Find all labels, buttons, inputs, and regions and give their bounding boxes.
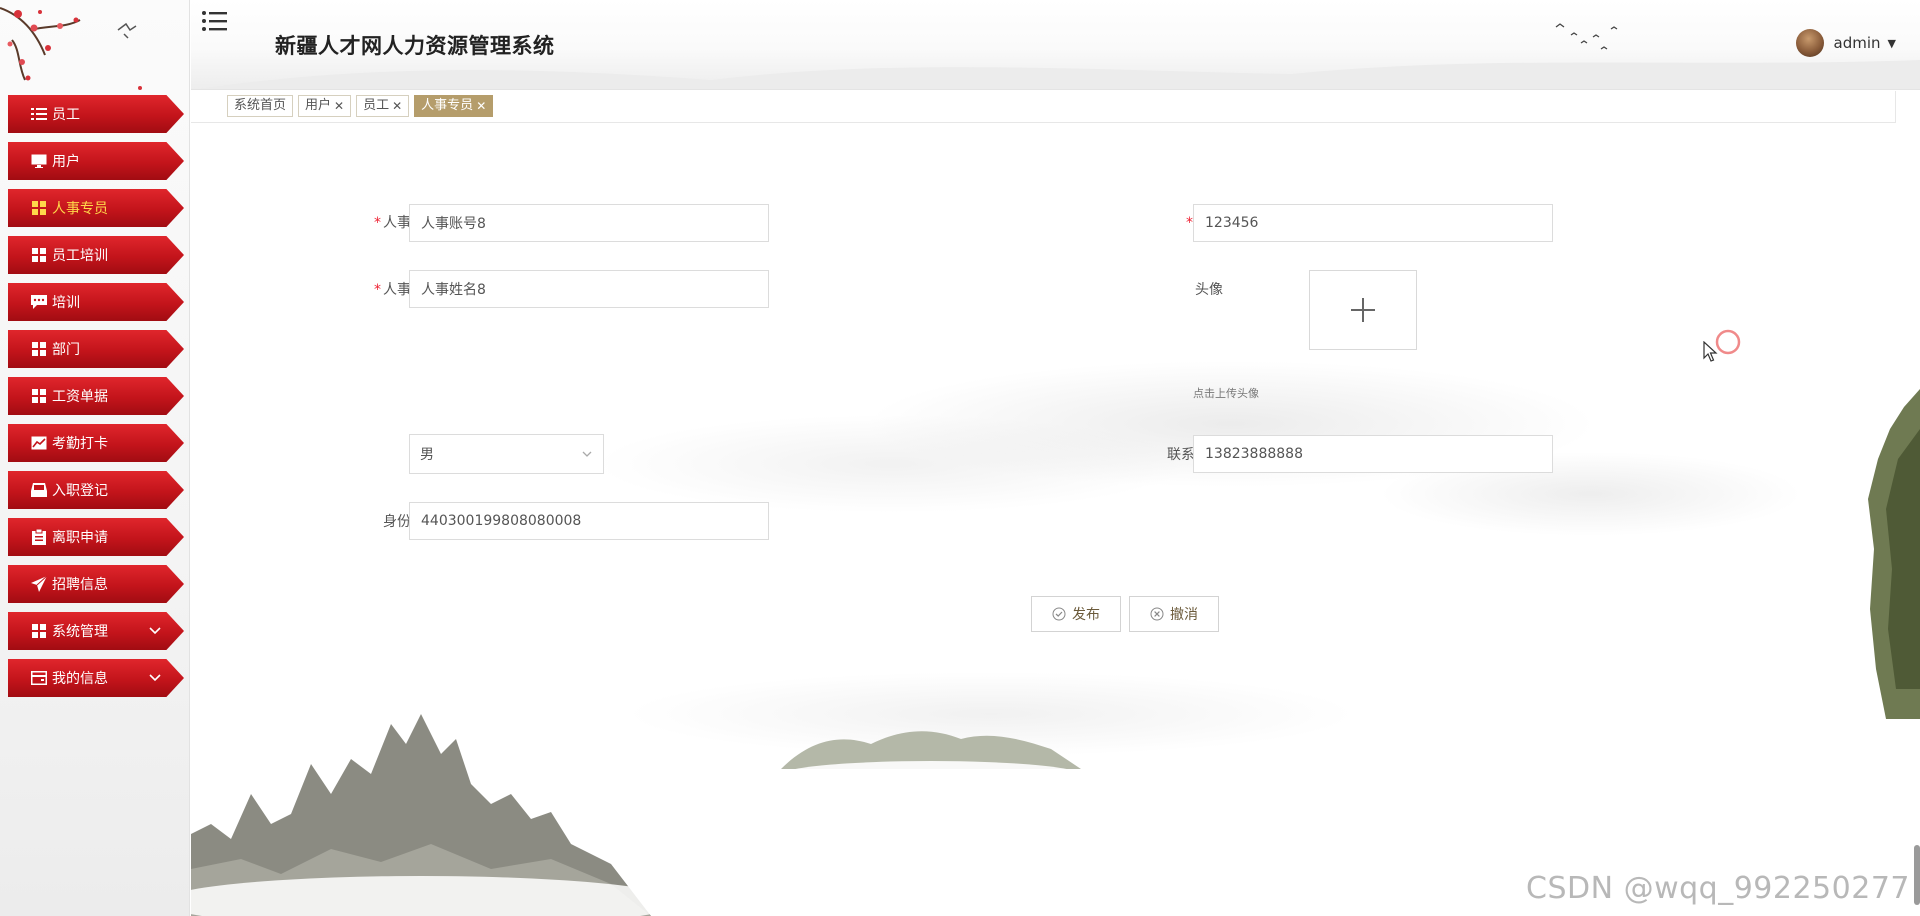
chevron-down-icon xyxy=(582,451,592,457)
tab-3[interactable]: 人事专员 ✕ xyxy=(414,95,494,117)
mountain-left-decoration xyxy=(191,714,651,916)
sidebar-item-4[interactable]: 培训 xyxy=(8,283,184,321)
chat-icon xyxy=(30,293,48,311)
sidebar-item-12[interactable]: 我的信息 xyxy=(8,659,184,697)
send-icon xyxy=(30,575,48,593)
user-menu[interactable]: admin ▼ xyxy=(1795,29,1896,57)
avatar-label: 头像 xyxy=(1195,282,1223,298)
clipboard-icon xyxy=(30,528,48,546)
tab-2[interactable]: 员工 ✕ xyxy=(356,95,410,117)
sidebar-item-2[interactable]: 人事专员 xyxy=(8,189,184,227)
grid-icon xyxy=(30,246,48,264)
close-icon[interactable]: ✕ xyxy=(476,96,486,116)
sidebar-item-9[interactable]: 离职申请 xyxy=(8,518,184,556)
grid-icon xyxy=(30,387,48,405)
submit-label: 发布 xyxy=(1072,607,1100,623)
sidebar: 员工用户人事专员员工培训培训部门工资单据考勤打卡入职登记离职申请招聘信息系统管理… xyxy=(0,0,190,916)
sidebar-item-label: 人事专员 xyxy=(52,201,108,217)
sidebar-item-11[interactable]: 系统管理 xyxy=(8,612,184,650)
idcard-input[interactable] xyxy=(409,502,769,540)
submit-button[interactable]: 发布 xyxy=(1031,596,1121,632)
cancel-button[interactable]: 撤消 xyxy=(1129,596,1219,632)
sidebar-menu: 员工用户人事专员员工培训培训部门工资单据考勤打卡入职登记离职申请招聘信息系统管理… xyxy=(8,95,184,706)
grid-icon xyxy=(30,199,48,217)
username: admin xyxy=(1833,34,1881,52)
close-icon[interactable]: ✕ xyxy=(334,96,344,116)
chart-icon xyxy=(30,434,48,452)
gender-select[interactable]: 男 xyxy=(409,434,604,474)
sidebar-item-7[interactable]: 考勤打卡 xyxy=(8,424,184,462)
close-circle-icon xyxy=(1150,607,1164,621)
inbox-icon xyxy=(30,481,48,499)
page-scrollbar[interactable] xyxy=(1914,845,1920,905)
sidebar-item-label: 部门 xyxy=(52,342,80,358)
password-input[interactable] xyxy=(1193,204,1553,242)
chevron-down-icon xyxy=(148,623,162,637)
sidebar-item-label: 我的信息 xyxy=(52,671,108,687)
sidebar-item-label: 入职登记 xyxy=(52,483,108,499)
sidebar-item-10[interactable]: 招聘信息 xyxy=(8,565,184,603)
plus-icon xyxy=(1351,298,1375,322)
sidebar-item-label: 培训 xyxy=(52,295,80,311)
tab-label: 人事专员 xyxy=(421,98,474,113)
watermark: CSDN @wqq_992250277 xyxy=(1526,871,1910,906)
phone-input[interactable] xyxy=(1193,435,1553,473)
tab-0[interactable]: 系统首页 xyxy=(227,95,294,117)
sidebar-item-6[interactable]: 工资单据 xyxy=(8,377,184,415)
sidebar-item-label: 考勤打卡 xyxy=(52,436,108,452)
sidebar-item-8[interactable]: 入职登记 xyxy=(8,471,184,509)
sidebar-item-label: 用户 xyxy=(52,154,80,170)
top-header: 新疆人才网人力资源管理系统 admin ▼ xyxy=(191,0,1920,90)
gender-value: 男 xyxy=(420,447,434,463)
main-content: *人事账号 *密码 *人事姓名 头像 点击上传头像 性别 男 联系电话 身份证号 xyxy=(191,124,1920,916)
sidebar-item-label: 系统管理 xyxy=(52,624,108,640)
sidebar-item-label: 招聘信息 xyxy=(52,577,108,593)
sidebar-item-label: 离职申请 xyxy=(52,530,108,546)
sidebar-item-1[interactable]: 用户 xyxy=(8,142,184,180)
avatar xyxy=(1795,29,1824,57)
name-input[interactable] xyxy=(409,270,769,308)
plum-blossom-decoration xyxy=(0,0,190,95)
sidebar-item-0[interactable]: 员工 xyxy=(8,95,184,133)
close-icon[interactable]: ✕ xyxy=(392,96,402,116)
chevron-down-icon xyxy=(148,670,162,684)
monitor-icon xyxy=(30,152,48,170)
account-input[interactable] xyxy=(409,204,769,242)
tab-1[interactable]: 用户 ✕ xyxy=(298,95,352,117)
sidebar-item-3[interactable]: 员工培训 xyxy=(8,236,184,274)
sidebar-item-label: 员工培训 xyxy=(52,248,108,264)
card-icon xyxy=(30,669,48,687)
mountain-right-decoration xyxy=(1868,389,1920,719)
mouse-cursor-icon xyxy=(1703,341,1718,362)
required-asterisk: * xyxy=(374,215,381,231)
required-asterisk: * xyxy=(374,282,381,298)
sidebar-item-5[interactable]: 部门 xyxy=(8,330,184,368)
menu-toggle-icon[interactable] xyxy=(201,10,227,32)
tab-list: 系统首页 用户 ✕ 员工 ✕ 人事专员 ✕ xyxy=(227,95,494,117)
check-circle-icon xyxy=(1052,607,1066,621)
tab-label: 员工 xyxy=(363,98,390,113)
grid-icon xyxy=(30,622,48,640)
mountain-center-decoration xyxy=(781,731,1081,789)
cancel-label: 撤消 xyxy=(1170,607,1198,623)
list-icon xyxy=(30,105,48,123)
mist-decoration xyxy=(198,60,1920,89)
upload-hint: 点击上传头像 xyxy=(1193,387,1259,400)
tabs-bar: 系统首页 用户 ✕ 员工 ✕ 人事专员 ✕ xyxy=(191,91,1896,123)
sidebar-item-label: 工资单据 xyxy=(52,389,108,405)
tab-label: 系统首页 xyxy=(234,98,287,113)
tab-label: 用户 xyxy=(305,98,332,113)
sidebar-item-label: 员工 xyxy=(52,107,80,123)
required-asterisk: * xyxy=(1186,215,1193,231)
caret-down-icon: ▼ xyxy=(1887,36,1896,50)
avatar-upload-button[interactable] xyxy=(1309,270,1417,350)
grid-icon xyxy=(30,340,48,358)
